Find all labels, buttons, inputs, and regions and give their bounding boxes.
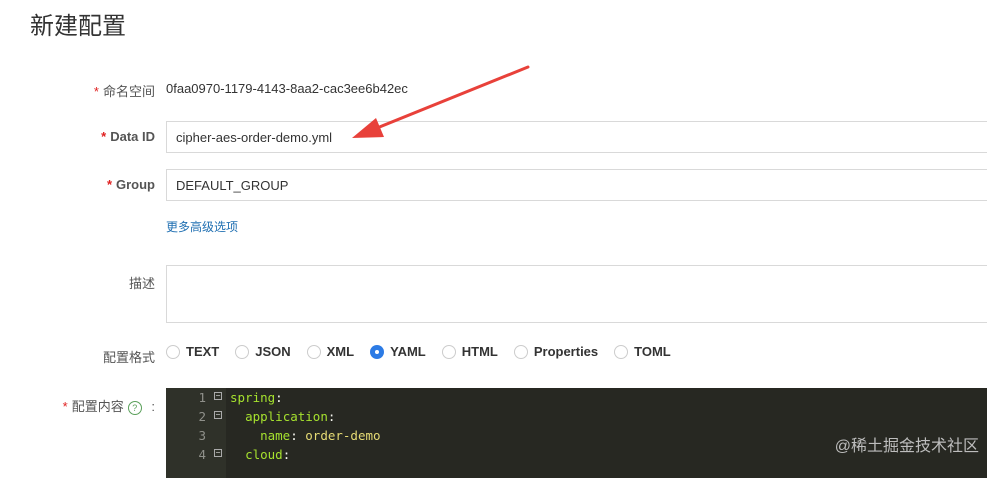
watermark: @稀土掘金技术社区 [834, 438, 979, 455]
annotation-arrow-icon [352, 65, 530, 138]
